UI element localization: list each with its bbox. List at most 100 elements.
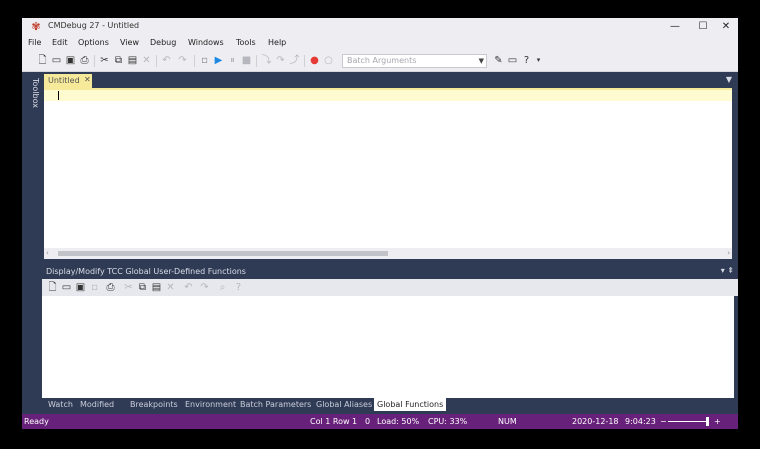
status-cpu: CPU: 33% xyxy=(428,417,468,426)
step-over-icon[interactable]: ↷ xyxy=(274,54,287,67)
zoom-out-button[interactable]: − xyxy=(660,417,667,426)
scrollbar-thumb[interactable] xyxy=(58,251,388,256)
menu-options[interactable]: Options xyxy=(78,38,109,47)
cut-icon[interactable]: ✂ xyxy=(98,54,111,67)
toolbox-tab[interactable]: Toolbox xyxy=(24,78,40,118)
scroll-right-icon[interactable]: › xyxy=(727,248,730,259)
toolbar-separator xyxy=(304,55,305,67)
panel-pin-icon[interactable]: ▾ ⇞ xyxy=(721,266,734,275)
panel-title: Display/Modify TCC Global User-Defined F… xyxy=(46,267,246,276)
redo-icon[interactable]: ↷ xyxy=(198,281,211,294)
stop-icon[interactable]: ■ xyxy=(240,54,253,67)
delete-icon[interactable]: ✕ xyxy=(164,281,177,294)
tab-modified[interactable]: Modified xyxy=(80,400,114,409)
help-icon[interactable]: ? xyxy=(232,281,245,294)
toolbar-overflow-icon[interactable]: ▾ xyxy=(532,54,545,67)
tab-label: Untitled xyxy=(48,76,80,85)
dropdown-arrow-icon[interactable]: ▼ xyxy=(479,55,484,67)
open-icon[interactable]: ▭ xyxy=(50,54,63,67)
undo-icon[interactable]: ↶ xyxy=(182,281,195,294)
menu-view[interactable]: View xyxy=(120,38,139,47)
bottom-tab-strip: Watch Modified Breakpoints Environment B… xyxy=(42,398,738,411)
menu-edit[interactable]: Edit xyxy=(52,38,68,47)
toolbox-strip: Toolbox xyxy=(22,72,42,402)
print-icon[interactable]: ⎙ xyxy=(104,281,117,294)
main-toolbar: 🗋 ▭ ▣ ⎙ ✂ ⧉ ▤ ✕ ↶ ↷ ▫ ▶ ⏸ ■ ⤵ ↷ ⤴ ● ○ Ba… xyxy=(22,51,738,72)
bookmark-icon[interactable]: ▫ xyxy=(198,54,211,67)
cut-icon[interactable]: ✂ xyxy=(122,281,135,294)
status-load: Load: 50% xyxy=(377,417,420,426)
tab-untitled[interactable]: Untitled ✕ xyxy=(44,74,92,88)
title-bar: ✾ CMDebug 27 - Untitled — ☐ ✕ xyxy=(22,18,738,36)
tab-batch-parameters[interactable]: Batch Parameters xyxy=(240,400,311,409)
breakpoint-icon[interactable]: ● xyxy=(308,54,321,67)
document-tab-strip: Untitled ✕ ▼ xyxy=(42,72,738,88)
tab-breakpoints[interactable]: Breakpoints xyxy=(130,400,178,409)
menu-debug[interactable]: Debug xyxy=(150,38,176,47)
text-caret xyxy=(58,91,59,100)
find-icon[interactable]: ⌕ xyxy=(216,281,229,294)
current-line-highlight xyxy=(44,90,732,101)
batch-arguments-placeholder: Batch Arguments xyxy=(347,56,417,65)
batch-arguments-input[interactable]: Batch Arguments ▼ xyxy=(342,54,487,68)
app-icon: ✾ xyxy=(31,20,41,33)
step-out-icon[interactable]: ⤴ xyxy=(288,54,301,67)
tab-environment[interactable]: Environment xyxy=(185,400,236,409)
status-num: NUM xyxy=(498,417,517,426)
status-date: 2020-12-18 xyxy=(572,417,619,426)
status-zero: 0 xyxy=(365,417,371,426)
scroll-left-icon[interactable]: ‹ xyxy=(46,248,49,259)
step-into-icon[interactable]: ⤵ xyxy=(260,54,273,67)
menu-help[interactable]: Help xyxy=(268,38,286,47)
copy-icon[interactable]: ⧉ xyxy=(136,281,149,294)
run-icon[interactable]: ▶ xyxy=(212,54,225,67)
save-icon[interactable]: ▣ xyxy=(64,54,77,67)
status-bar: Ready Col 1 Row 1 0 Load: 50% CPU: 33% N… xyxy=(22,414,738,429)
paste-icon[interactable]: ▤ xyxy=(126,54,139,67)
status-position: Col 1 Row 1 xyxy=(310,417,358,426)
maximize-button[interactable]: ☐ xyxy=(692,19,714,34)
horizontal-scrollbar[interactable]: ‹ › xyxy=(44,248,732,259)
tools-icon[interactable]: ✎ xyxy=(492,54,505,67)
app-window: ✾ CMDebug 27 - Untitled — ☐ ✕ File Edit … xyxy=(22,18,738,429)
panel-toolbar: 🗋 ▭ ▣ ▫ ⎙ ✂ ⧉ ▤ ✕ ↶ ↷ ⌕ ? xyxy=(42,279,738,296)
zoom-slider-thumb[interactable] xyxy=(706,417,709,426)
toolbar-separator xyxy=(156,55,157,67)
toolbar-separator xyxy=(256,55,257,67)
status-ready: Ready xyxy=(24,417,49,426)
redo-icon[interactable]: ↷ xyxy=(176,54,189,67)
menu-tools[interactable]: Tools xyxy=(236,38,256,47)
panel-content[interactable] xyxy=(42,296,734,398)
minimize-button[interactable]: — xyxy=(664,19,686,34)
print-icon[interactable]: ⎙ xyxy=(78,54,91,67)
toolbar-separator xyxy=(194,55,195,67)
tab-global-aliases[interactable]: Global Aliases xyxy=(316,400,372,409)
menu-windows[interactable]: Windows xyxy=(188,38,224,47)
copy-icon[interactable]: ⧉ xyxy=(112,54,125,67)
delete-icon[interactable]: ✕ xyxy=(140,54,153,67)
menu-file[interactable]: File xyxy=(28,38,41,47)
open-icon[interactable]: ▭ xyxy=(60,281,73,294)
panel-header: Display/Modify TCC Global User-Defined F… xyxy=(42,266,738,279)
pause-icon[interactable]: ⏸ xyxy=(226,54,239,67)
export-icon[interactable]: ▫ xyxy=(88,281,101,294)
code-editor[interactable] xyxy=(44,88,732,248)
new-file-icon[interactable]: 🗋 xyxy=(36,54,49,67)
toolbar-separator xyxy=(94,55,95,67)
zoom-slider-track[interactable] xyxy=(668,421,708,422)
window-icon[interactable]: ▭ xyxy=(506,54,519,67)
undo-icon[interactable]: ↶ xyxy=(160,54,173,67)
save-icon[interactable]: ▣ xyxy=(74,281,87,294)
status-time: 9:04:23 xyxy=(625,417,656,426)
tab-close-icon[interactable]: ✕ xyxy=(84,75,91,84)
document-list-icon[interactable]: ▼ xyxy=(726,75,732,84)
tab-watch[interactable]: Watch xyxy=(48,400,73,409)
tab-global-functions[interactable]: Global Functions xyxy=(374,398,447,411)
clear-breakpoint-icon[interactable]: ○ xyxy=(322,54,335,67)
new-file-icon[interactable]: 🗋 xyxy=(46,281,59,294)
zoom-in-button[interactable]: + xyxy=(714,417,721,426)
close-button[interactable]: ✕ xyxy=(715,19,737,34)
window-title: CMDebug 27 - Untitled xyxy=(48,21,140,30)
paste-icon[interactable]: ▤ xyxy=(150,281,163,294)
menu-bar: File Edit Options View Debug Windows Too… xyxy=(22,36,738,51)
